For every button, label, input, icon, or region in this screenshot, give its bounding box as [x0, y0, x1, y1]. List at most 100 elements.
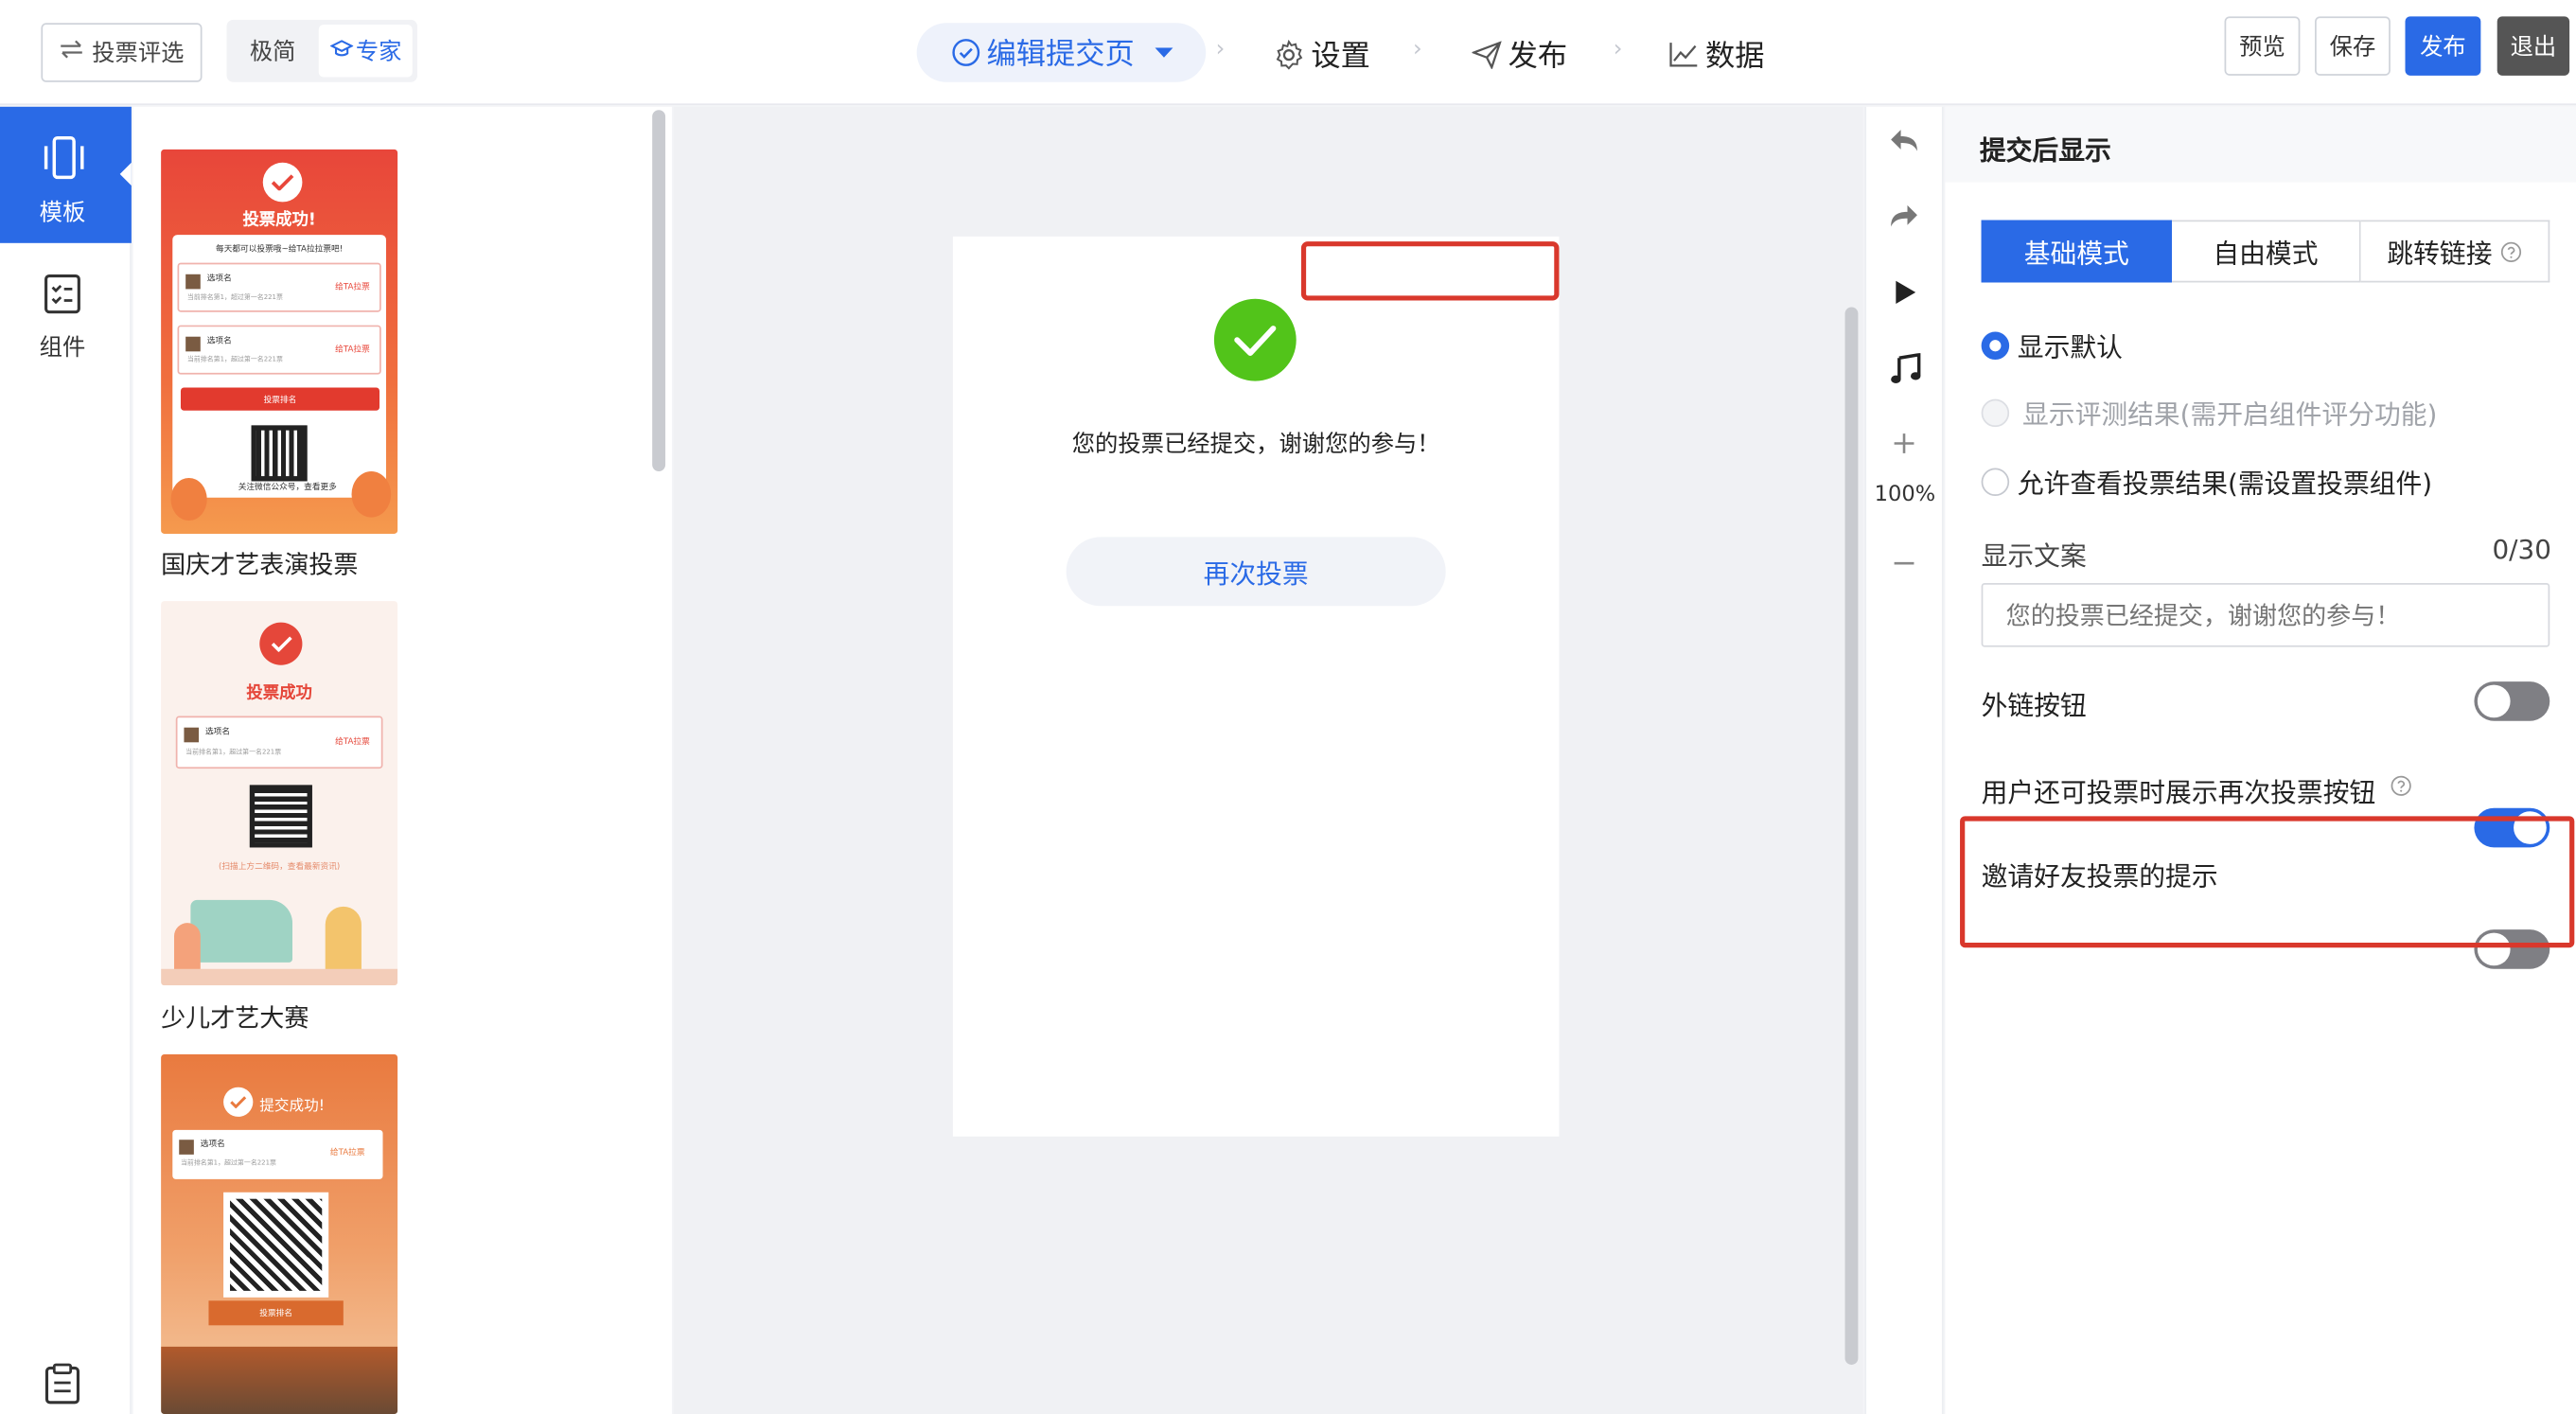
template-card[interactable]: 投票成功! 每天都可以投票哦~给TA拉拉票吧! 选项名 当前排名第1，超过第一名… [161, 149, 398, 534]
toggle-external-link[interactable] [2474, 681, 2550, 721]
entry-rank: 当前排名第1，超过第一名221票 [180, 1158, 276, 1166]
template-title[interactable]: 国庆才艺表演投票 [161, 547, 358, 581]
clipboard-icon[interactable] [44, 1363, 80, 1410]
mode-expert-tab[interactable]: 专家 [318, 25, 413, 78]
exit-label: 退出 [2510, 34, 2557, 62]
char-counter: 0/30 [2492, 533, 2551, 565]
entry-rank: 当前排名第1，超过第一名221票 [186, 354, 283, 363]
gear-icon [1273, 39, 1304, 70]
paper-plane-icon [1472, 40, 1502, 69]
zoom-in-icon[interactable] [1893, 431, 1915, 462]
entry-name: 选项名 [200, 1140, 225, 1150]
floor-decoration [161, 968, 398, 986]
template-card[interactable]: 提交成功! 选项名 当前排名第1，超过第一名221票 给TA拉票 投票排名 [161, 1053, 398, 1414]
radio-label: 显示评测结果(需开启组件评分功能) [2022, 398, 2438, 431]
entry-vote-btn: 给TA拉票 [329, 1147, 365, 1158]
toggle-revote-label: 用户还可投票时展示再次投票按钮 [1981, 776, 2376, 808]
piano-illustration [190, 899, 293, 963]
template-panel: 投票成功! 每天都可以投票哦~给TA拉拉票吧! 选项名 当前排名第1，超过第一名… [132, 106, 673, 1414]
tab-free[interactable]: 自由模式 [2171, 220, 2361, 283]
nav-item-templates[interactable]: 模板 [0, 106, 132, 243]
child-illustration [325, 906, 362, 973]
nav-item-components[interactable]: 组件 [0, 255, 132, 369]
swap-arrows-icon [59, 40, 83, 66]
success-check-icon [259, 622, 303, 665]
rank-button-label: 投票排名 [259, 1308, 293, 1319]
tab-redirect[interactable]: 跳转链接 [2360, 220, 2550, 283]
step-data[interactable]: 数据 [1669, 33, 1765, 76]
play-icon[interactable] [1895, 279, 1917, 312]
help-circle-icon[interactable] [2391, 775, 2412, 797]
entry-rank: 当前排名第1，超过第一名221票 [185, 747, 282, 756]
template-inner-card: 每天都可以投票哦~给TA拉拉票吧! 选项名 当前排名第1，超过第一名221票 给… [172, 235, 386, 498]
radio-show-default[interactable]: 显示默认 [1981, 326, 2123, 365]
preview-button[interactable]: 预览 [2224, 16, 2301, 76]
zoom-level: 100% [1874, 483, 1936, 508]
mode-simple-tab[interactable]: 极简 [227, 20, 319, 82]
balloon-decoration [351, 471, 392, 518]
entry-vote-btn: 给TA拉票 [335, 737, 370, 748]
rank-button: 投票排名 [208, 1300, 344, 1326]
template-entry: 选项名 当前排名第1，超过第一名221票 给TA拉票 [172, 1129, 383, 1179]
top-bar: 投票评选 极简 专家 编辑提交页 › 设置 › 发布 › 数据 预览 保存 发布… [0, 0, 2576, 106]
active-pointer [119, 162, 132, 186]
tab-basic[interactable]: 基础模式 [1981, 220, 2172, 283]
chevron-right-icon: › [1613, 36, 1623, 62]
canvas-scrollbar[interactable] [1844, 307, 1859, 1365]
template-card[interactable]: 投票成功 选项名 当前排名第1，超过第一名221票 给TA拉票 (扫描上方二维码… [161, 601, 398, 986]
qr-code-icon [251, 425, 308, 482]
entry-vote-btn: 给TA拉票 [335, 282, 370, 292]
panel-header: 提交后显示 [1945, 106, 2576, 183]
help-circle-icon [2500, 240, 2522, 262]
back-button[interactable]: 投票评选 [41, 23, 203, 82]
redo-icon[interactable] [1888, 202, 1921, 238]
template-scrollbar[interactable] [652, 110, 666, 472]
undo-icon[interactable] [1888, 127, 1921, 163]
save-label: 保存 [2329, 34, 2376, 62]
step-edit[interactable]: 编辑提交页 [916, 23, 1207, 82]
submit-message[interactable]: 您的投票已经提交，谢谢您的参与！ [953, 427, 1560, 460]
graduation-cap-icon [328, 38, 353, 64]
entry-name: 选项名 [206, 274, 232, 285]
exit-button[interactable]: 退出 [2497, 16, 2570, 76]
success-check-icon [223, 1087, 254, 1117]
revote-button[interactable]: 再次投票 [1066, 537, 1446, 607]
entry-name: 选项名 [206, 336, 232, 347]
properties-panel: 提交后显示 基础模式 自由模式 跳转链接 显示默认 显示评测结果(需开启组件评分… [1945, 106, 2576, 1414]
entry-vote-btn: 给TA拉票 [335, 345, 370, 355]
template-entry: 选项名 当前排名第1，超过第一名221票 给TA拉票 [175, 716, 383, 769]
step-settings[interactable]: 设置 [1273, 33, 1370, 76]
qr-code-icon [249, 785, 312, 848]
step-data-label: 数据 [1704, 39, 1765, 75]
publish-button[interactable]: 发布 [2405, 16, 2481, 76]
radio-label: 允许查看投票结果(需设置投票组件) [2017, 468, 2433, 500]
zoom-out-icon[interactable] [1893, 542, 1915, 574]
chevron-right-icon: › [1412, 36, 1422, 62]
entry-rank: 当前排名第1，超过第一名221票 [186, 292, 283, 301]
nav-item-templates-label: 模板 [39, 200, 86, 227]
left-nav: 模板 组件 [0, 106, 132, 1414]
save-button[interactable]: 保存 [2315, 16, 2391, 76]
qr-code-icon [223, 1192, 329, 1298]
revote-label: 再次投票 [1203, 557, 1309, 590]
rank-button: 投票排名 [180, 387, 380, 411]
radio-disabled-icon [1981, 398, 2010, 427]
mode-switch: 极简 专家 [226, 19, 417, 82]
music-note-icon[interactable] [1889, 352, 1922, 393]
radio-show-results[interactable]: 允许查看投票结果(需设置投票组件) [1981, 462, 2433, 502]
mode-simple-label: 极简 [249, 39, 296, 66]
avatar [179, 1140, 194, 1155]
chevron-right-icon: › [1215, 36, 1226, 62]
template-title[interactable]: 少儿才艺大赛 [161, 1000, 309, 1034]
display-text-input[interactable] [1981, 582, 2550, 647]
template-card-title: 投票成功! [242, 211, 316, 230]
avatar [184, 727, 200, 743]
preview-label: 预览 [2239, 34, 2285, 62]
avatar [185, 274, 201, 290]
step-publish[interactable]: 发布 [1472, 33, 1567, 76]
line-chart-icon [1669, 41, 1699, 67]
tab-free-label: 自由模式 [2213, 238, 2319, 270]
mode-tabs: 基础模式 自由模式 跳转链接 [1981, 220, 2550, 283]
success-check-icon [1213, 298, 1297, 381]
template-card-title: 投票成功 [246, 684, 312, 703]
